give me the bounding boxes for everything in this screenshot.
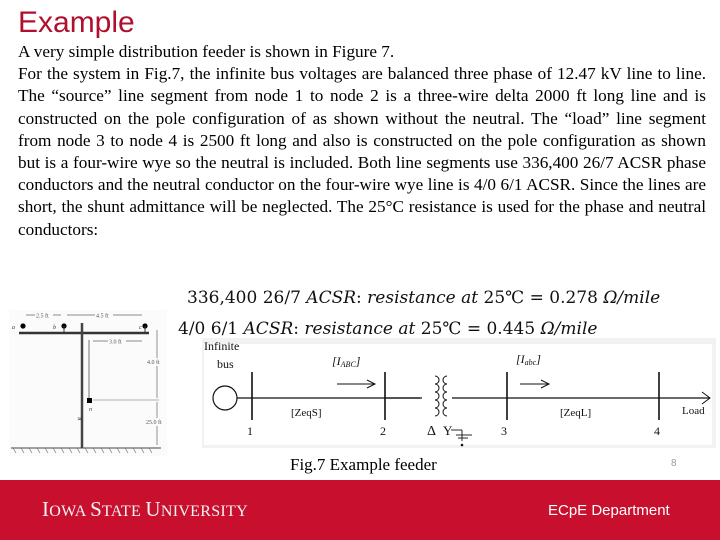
load-label: Load xyxy=(682,405,705,417)
slide-title: Example xyxy=(18,6,135,39)
equation-phase-conductor: 336,400 26/7 ACSR: resistance at 25℃ = 0… xyxy=(187,288,661,308)
eq-unit: Ω/mile xyxy=(540,319,598,339)
eq-conductor: 4/0 6/1 xyxy=(178,319,239,339)
label-b: b xyxy=(53,325,56,331)
eq-conductor: 336,400 26/7 xyxy=(187,288,301,308)
infinite-bus-label-2: bus xyxy=(217,357,234,371)
eq-type: ACSR xyxy=(306,288,357,308)
node-4-label: 4 xyxy=(654,424,660,438)
impedance-source-label: [ZeqS] xyxy=(291,407,322,419)
delta-symbol: Δ xyxy=(427,424,436,439)
dim-bc: 4.5 ft xyxy=(96,313,109,320)
eq-type: ACSR xyxy=(243,319,294,339)
conductor-n xyxy=(87,398,92,403)
description-paragraph: For the system in Fig.7, the infinite bu… xyxy=(18,64,706,239)
dim-cn-vertical: 4.0 ft xyxy=(147,359,160,366)
node-1-label: 1 xyxy=(247,424,253,438)
eq-value: 0.445 xyxy=(486,319,536,339)
body-text: A very simple distribution feeder is sho… xyxy=(18,41,706,241)
svg-text:≍: ≍ xyxy=(77,415,83,423)
eq-value: 0.278 xyxy=(549,288,598,308)
infinite-bus-label-1: Infinite xyxy=(204,339,239,353)
department-label: ECpE Department xyxy=(548,502,670,519)
eq-label: resistance at xyxy=(367,288,479,308)
eq-temp: 25℃ xyxy=(420,319,462,339)
ground-hatching xyxy=(12,447,153,454)
label-n: n xyxy=(89,407,92,413)
label-c: c xyxy=(139,325,142,331)
eq-unit: Ω/mile xyxy=(603,288,661,308)
node-3-label: 3 xyxy=(501,424,507,438)
feeder-diagram: Infinite bus Δ Y [IABC] [Iabc] [ZeqS] [Z… xyxy=(202,338,716,448)
page-number: 8 xyxy=(671,458,677,469)
dim-cn-horizontal: 3.0 ft xyxy=(109,339,122,346)
impedance-load-label: [ZeqL] xyxy=(560,407,591,419)
university-logo: IOWA STATE UNIVERSITY xyxy=(42,497,248,521)
eq-temp: 25℃ xyxy=(483,288,525,308)
pole-configuration-diagram: a b c n 2.5 ft 4.5 ft 3.0 ft 4.0 ft 25.0… xyxy=(9,310,167,456)
intro-paragraph: A very simple distribution feeder is sho… xyxy=(18,42,395,61)
conductor-a xyxy=(20,323,26,329)
eq-label: resistance at xyxy=(304,319,416,339)
figure-caption: Fig.7 Example feeder xyxy=(290,455,437,474)
dim-height: 25.0 ft xyxy=(146,419,162,426)
node-2-label: 2 xyxy=(380,424,386,438)
dim-ab: 2.5 ft xyxy=(36,313,49,320)
wye-symbol: Y xyxy=(443,423,453,438)
label-a: a xyxy=(12,325,15,331)
equation-neutral-conductor: 4/0 6/1 ACSR: resistance at 25℃ = 0.445 … xyxy=(178,319,598,339)
